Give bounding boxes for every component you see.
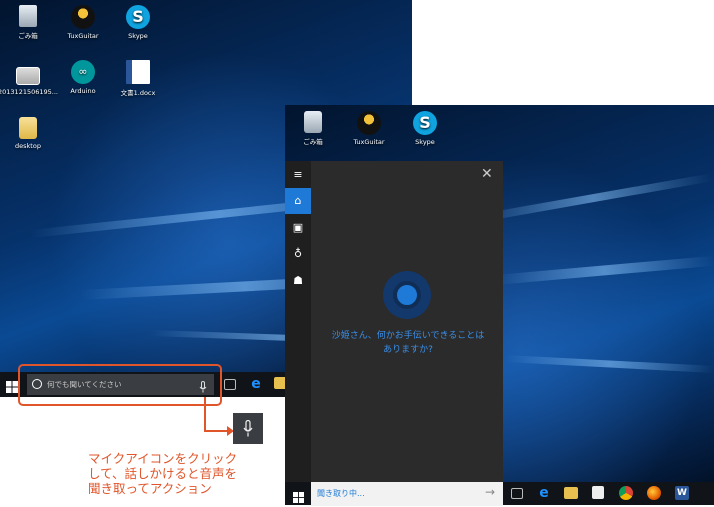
file-explorer-icon[interactable]: [564, 487, 578, 499]
callout-arrow: [204, 397, 234, 436]
callout-line: 聞き取ってアクション: [88, 481, 212, 496]
lightbulb-icon[interactable]: ♁: [285, 241, 311, 267]
desktop-icon-arduino[interactable]: ∞ Arduino: [53, 60, 113, 95]
desktop-icon-skype[interactable]: S Skype: [395, 111, 455, 146]
notebook-icon[interactable]: ▣: [285, 215, 311, 241]
desktop-icon-recycle-bin[interactable]: ごみ箱: [0, 5, 58, 40]
home-icon[interactable]: ⌂: [285, 188, 311, 214]
skype-icon: S: [126, 5, 150, 29]
desktop-icon-label: ごみ箱: [18, 32, 38, 40]
firefox-icon[interactable]: [647, 486, 661, 500]
edge-icon[interactable]: e: [248, 376, 264, 392]
arrow-right-icon[interactable]: →: [485, 485, 495, 499]
callout-line: マイクアイコンをクリック: [88, 451, 238, 466]
desktop-icon-tuxguitar[interactable]: TuxGuitar: [53, 5, 113, 40]
desktop-icon-label: Skype: [415, 138, 435, 146]
cortana-ring-icon: [383, 271, 431, 319]
recycle-bin-icon: [19, 5, 37, 27]
word-icon[interactable]: W: [675, 486, 689, 500]
arduino-icon: ∞: [71, 60, 95, 84]
callout-text: マイクアイコンをクリック して、話しかけると音声を 聞き取ってアクション: [88, 451, 278, 496]
cortana-message-line: 沙姫さん、何かお手伝いできることは: [331, 331, 485, 341]
desktop-icon-word-document[interactable]: 文書1.docx: [108, 60, 168, 97]
folder-icon: [19, 117, 37, 139]
tuxguitar-icon: [71, 5, 95, 29]
image-file-icon: [16, 67, 40, 85]
cortana-message-line: ありますか?: [383, 345, 433, 355]
desktop-icon-label: 2013121506195...: [0, 88, 58, 96]
desktop-icon-recycle-bin[interactable]: ごみ箱: [283, 111, 343, 146]
desktop-icon-label: TuxGuitar: [67, 32, 99, 40]
edge-icon[interactable]: e: [536, 485, 552, 501]
microphone-button-zoom: [233, 413, 263, 444]
start-button[interactable]: [6, 378, 18, 393]
desktop-icon-label: Skype: [128, 32, 148, 40]
desktop-icon-label: 文書1.docx: [120, 89, 156, 97]
cortana-listening-bar[interactable]: 聞き取り中... →: [311, 482, 503, 506]
close-icon[interactable]: ✕: [481, 166, 493, 182]
cortana-panel: ≡ ⌂ ▣ ♁ ☗ ✕ 沙姫さん、何かお手伝いできることは ありますか?: [285, 161, 503, 482]
wallpaper-beam: [504, 355, 714, 373]
store-icon[interactable]: [592, 486, 604, 499]
hamburger-menu-icon[interactable]: ≡: [285, 162, 311, 188]
feedback-icon[interactable]: ☗: [285, 268, 311, 294]
desktop-icon-label: desktop: [15, 142, 41, 150]
desktop-icon-skype[interactable]: S Skype: [108, 5, 168, 40]
desktop-icon-image-file[interactable]: 2013121506195...: [0, 63, 58, 96]
windows-logo-icon: [6, 381, 18, 393]
callout-line: して、話しかけると音声を: [88, 466, 238, 481]
wallpaper-beam: [494, 255, 714, 285]
task-view-icon[interactable]: [224, 379, 236, 390]
cortana-ring-inner: [393, 281, 421, 309]
chrome-icon[interactable]: [619, 486, 633, 500]
desktop-icon-tuxguitar[interactable]: TuxGuitar: [339, 111, 399, 146]
windows-logo-icon: [293, 492, 304, 503]
word-document-icon: [126, 60, 150, 84]
recycle-bin-icon: [304, 111, 322, 133]
desktop-icon-folder[interactable]: desktop: [0, 117, 58, 150]
start-button[interactable]: [293, 488, 304, 503]
listening-text: 聞き取り中...: [317, 489, 365, 498]
task-view-icon[interactable]: [511, 488, 523, 499]
wallpaper-beam: [474, 173, 713, 223]
desktop-icon-label: TuxGuitar: [353, 138, 385, 146]
tuxguitar-icon: [357, 111, 381, 135]
cortana-side-rail: ≡ ⌂ ▣ ♁ ☗: [285, 161, 311, 482]
skype-icon: S: [413, 111, 437, 135]
desktop-icon-label: Arduino: [70, 87, 96, 95]
microphone-icon: [243, 420, 253, 437]
desktop-icon-label: ごみ箱: [303, 138, 323, 146]
highlight-box: [18, 364, 222, 406]
cortana-message: 沙姫さん、何かお手伝いできることは ありますか?: [315, 329, 501, 357]
